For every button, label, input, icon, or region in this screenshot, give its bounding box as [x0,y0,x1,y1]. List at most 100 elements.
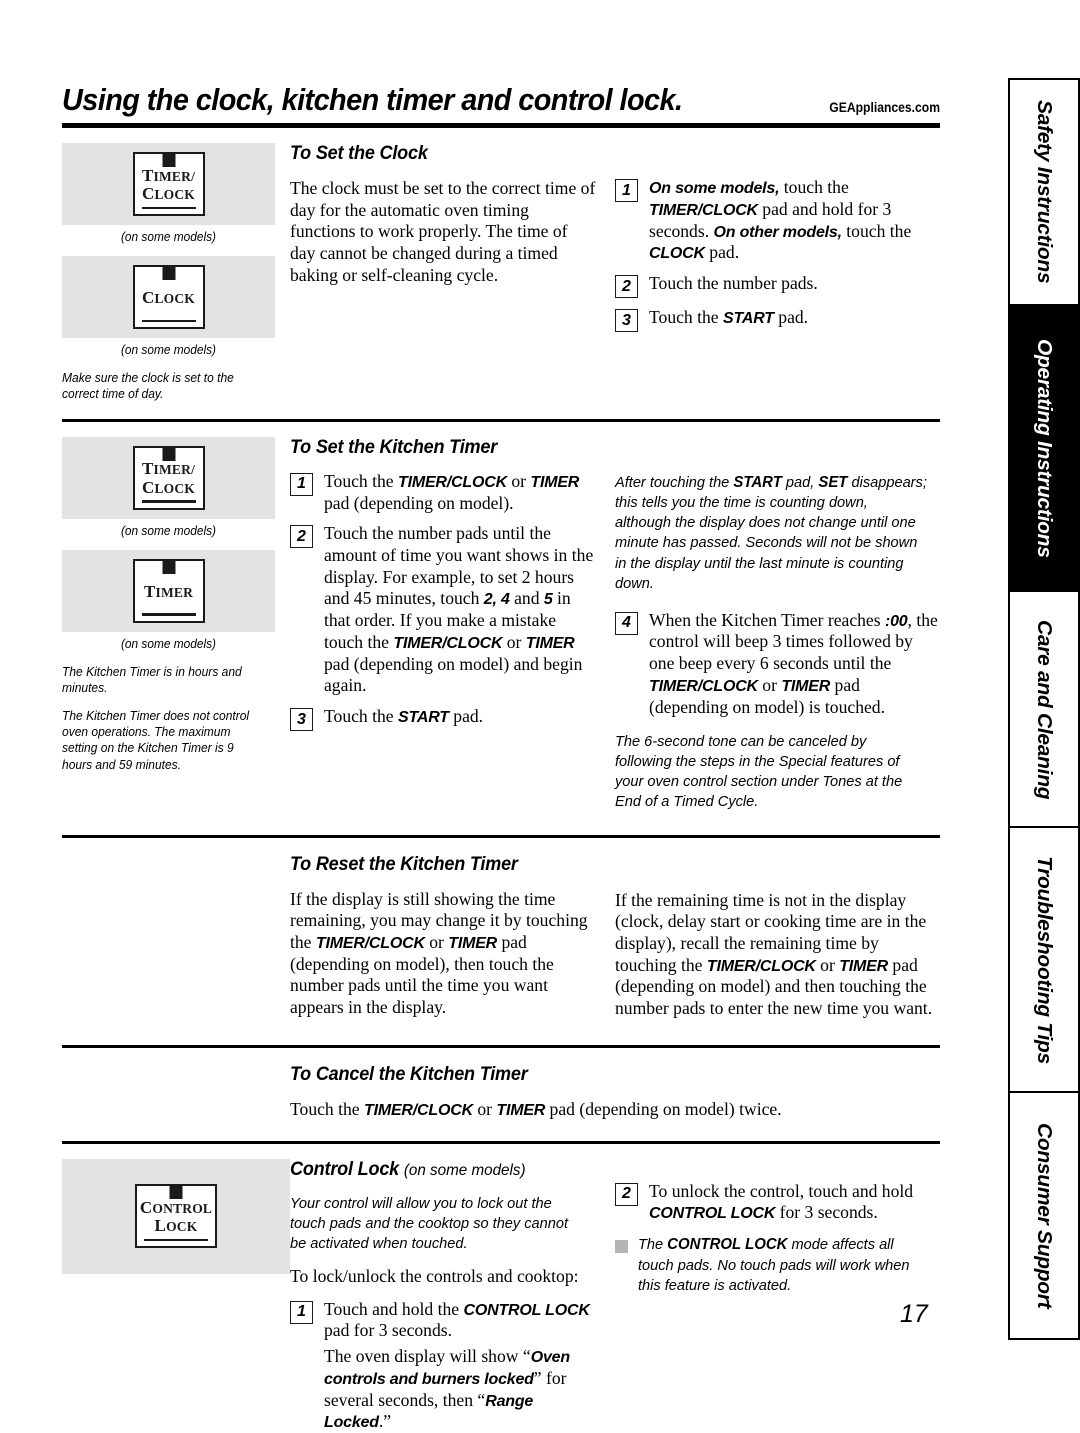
side-tab-strip: Safety Instructions Operating Instructio… [1008,78,1080,1340]
pad-indicator-led [162,447,175,461]
side-tab-troubleshooting-tips[interactable]: Troubleshooting Tips [1010,826,1080,1091]
pad-label-timer: IMER/ [153,168,196,184]
side-tab-care-and-cleaning[interactable]: Care and Cleaning [1010,590,1080,827]
pad-underline [141,500,196,503]
set-clock-body-column: To Set the Clock The clock must be set t… [290,143,615,403]
reset-timer-left-body: If the display is still showing the time… [290,888,588,1018]
page-number: 17 [900,1300,928,1328]
step-item: 2 Touch the number pads. [615,273,940,298]
pad-label-clock: LOCK [154,187,196,202]
section-set-clock: TIMER/ CLOCK (on some models) CLOCK (on … [62,143,940,403]
pad-caption: (on some models) [120,343,217,357]
step-text: Touch the number pads. [649,273,818,293]
pad-caption: (on some models) [120,230,217,244]
touch-pad-timer-clock: TIMER/ CLOCK [132,445,205,510]
side-tab-consumer-support[interactable]: Consumer Support [1010,1090,1080,1340]
section-cancel-kitchen-timer: To Cancel the Kitchen Timer Touch the TI… [62,1064,940,1121]
section-heading-control-lock: Control Lock (on some models) [290,1158,526,1180]
pad-illustration-timer: TIMER [62,549,275,632]
control-lock-bullet-note: The CONTROL LOCK mode affects all touch … [638,1236,910,1294]
side-tab-label: Troubleshooting Tips [1033,855,1056,1064]
control-lock-intro-note: Your control will allow you to lock out … [290,1194,569,1252]
square-bullet-icon [615,1240,628,1254]
manual-page: Using the clock, kitchen timer and contr… [0,0,1080,1431]
reset-timer-spacer [62,854,290,1020]
section-set-kitchen-timer: TIMER/ CLOCK (on some models) TIMER (on … [62,436,940,813]
touch-pad-timer: TIMER [132,558,205,623]
section-heading-set-clock: To Set the Clock [290,143,428,164]
note-after-start: After touching the START pad, SET disapp… [615,473,927,592]
pad-indicator-led [169,1186,183,1200]
step-text: Touch and hold the CONTROL LOCK pad for … [324,1298,590,1432]
section-heading-cancel-kitchen-timer: To Cancel the Kitchen Timer [290,1063,528,1085]
reset-timer-right-column: If the remaining time is not in the disp… [615,854,940,1020]
pad-indicator-led [162,560,175,574]
timer-note-maximum-setting: The Kitchen Timer does not control oven … [62,707,250,772]
pad-illustration-timer-clock: TIMER/ CLOCK [62,143,275,225]
pad-indicator-led [162,154,175,167]
set-timer-notes-column: After touching the START pad, SET disapp… [615,437,940,813]
control-lock-steps-column: 2 To unlock the control, touch and hold … [615,1159,940,1433]
step-number: 3 [290,708,313,732]
step-text: Touch the START pad. [649,307,809,327]
side-tab-label: Consumer Support [1033,1122,1056,1309]
pad-label-clock: LOCK [154,290,196,306]
step-text: To unlock the control, touch and hold CO… [649,1180,914,1223]
pad-label-timer: IMER/ [153,462,196,478]
set-clock-body-text: The clock must be set to the correct tim… [290,178,596,285]
step-item: 1 Touch the TIMER/CLOCK or TIMER pad (de… [290,471,597,514]
step-text: Touch the START pad. [324,706,484,727]
pad-illustration-control-lock: CONTROL LOCK [62,1158,290,1274]
side-tab-label: Safety Instructions [1033,100,1056,284]
reset-timer-left-column: To Reset the Kitchen Timer If the displa… [290,854,615,1020]
side-tab-safety-instructions[interactable]: Safety Instructions [1010,78,1080,304]
step-item: 1 Touch and hold the CONTROL LOCK pad fo… [290,1299,597,1433]
pad-label-control: ONTROL [152,1200,213,1216]
set-clock-steps-column: 1 On some models, touch the TIMER/CLOCK … [615,143,940,403]
control-lock-illustration-column: CONTROL LOCK [62,1158,290,1433]
cancel-timer-spacer [62,1064,290,1121]
step-item: 4 When the Kitchen Timer reaches :00, th… [615,610,940,719]
touch-pad-control-lock: CONTROL LOCK [135,1184,217,1249]
touch-pad-clock: CLOCK [132,265,205,329]
header-rule [62,123,940,128]
control-lock-body-column: Control Lock (on some models) Your contr… [290,1159,615,1433]
side-tab-operating-instructions[interactable]: Operating Instructions [1010,303,1080,591]
section-heading-reset-kitchen-timer: To Reset the Kitchen Timer [290,853,518,875]
pad-illustration-clock: CLOCK [62,256,275,338]
pad-indicator-led [162,267,175,280]
timer-note-hours-minutes: The Kitchen Timer is in hours and minute… [62,663,242,696]
section-divider [62,834,940,838]
cancel-timer-body: Touch the TIMER/CLOCK or TIMER pad (depe… [290,1098,782,1119]
step-item: 3 Touch the START pad. [615,307,940,332]
step-item: 1 On some models, touch the TIMER/CLOCK … [615,177,940,264]
page-header: Using the clock, kitchen timer and contr… [62,82,940,128]
reset-timer-right-body: If the remaining time is not in the disp… [615,889,933,1019]
pad-caption: (on some models) [120,636,217,651]
section-control-lock: CONTROL LOCK Control Lock (on some model… [62,1158,940,1433]
pad-illustration-timer-clock: TIMER/ CLOCK [62,436,275,519]
site-url: GEAppliances.com [829,100,940,115]
step-text: Touch the TIMER/CLOCK or TIMER pad (depe… [324,470,580,513]
step-text: When the Kitchen Timer reaches :00, the … [649,609,938,717]
step-number: 1 [290,472,313,496]
section-heading-set-kitchen-timer: To Set the Kitchen Timer [290,436,498,458]
section-divider [62,1044,940,1048]
step-number: 2 [615,1182,638,1206]
step-text: Touch the number pads until the amount o… [324,523,594,696]
section-divider [62,1140,940,1144]
step-text: On some models, touch the TIMER/CLOCK pa… [649,177,912,263]
set-clock-illustrations: TIMER/ CLOCK (on some models) CLOCK (on … [62,143,290,403]
section-divider [62,418,940,422]
step-number: 4 [615,611,638,635]
page-content: TIMER/ CLOCK (on some models) CLOCK (on … [62,143,940,1433]
touch-pad-timer-clock: TIMER/ CLOCK [132,152,205,216]
set-timer-illustrations: TIMER/ CLOCK (on some models) TIMER (on … [62,436,290,813]
note-six-second-tone: The 6-second tone can be canceled by fol… [615,733,903,811]
step-item: 3 Touch the START pad. [290,706,597,732]
section-reset-kitchen-timer: To Reset the Kitchen Timer If the displa… [62,854,940,1020]
cancel-timer-body-column: To Cancel the Kitchen Timer Touch the TI… [290,1064,933,1121]
step-number: 2 [615,275,638,298]
clock-illustration-note: Make sure the clock is set to the correc… [62,370,234,402]
pad-underline [141,319,196,322]
